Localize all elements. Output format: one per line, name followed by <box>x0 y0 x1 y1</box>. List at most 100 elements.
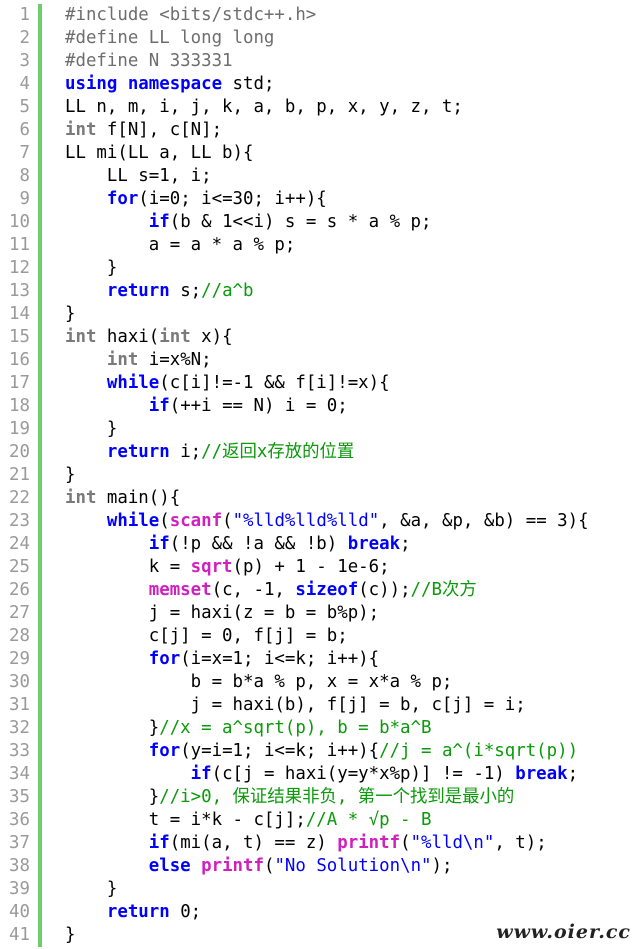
line-number: 3 <box>19 51 30 71</box>
line-number: 1 <box>19 5 30 25</box>
line-text: c[j] = 0, f[j] = b; <box>65 625 348 648</box>
gutter-bar <box>38 579 42 602</box>
line-text: } <box>65 464 75 487</box>
code-token: //i>0, 保证结果非负, 第一个找到是最小的 <box>159 787 515 807</box>
code-token: (b & 1<<i) s = s * a % p; <box>169 212 432 232</box>
line-number: 23 <box>9 511 30 531</box>
code-token: x){ <box>190 327 233 347</box>
code-line: 3 #define N 333331 <box>0 50 641 73</box>
code-token: return <box>106 902 170 922</box>
code-token: ; <box>400 534 411 554</box>
code-editor[interactable]: 1 #include <bits/stdc++.h> 2 #define LL lon… <box>0 4 641 947</box>
line-text: #define N 333331 <box>65 50 233 73</box>
gutter-bar <box>38 464 42 487</box>
code-token: //返回x存放的位置 <box>201 442 355 462</box>
code-token: } <box>65 465 76 485</box>
code-line: 8 LL s=1, i; <box>0 165 641 188</box>
code-line: 7 LL mi(LL a, LL b){ <box>0 142 641 165</box>
code-token: ); <box>431 856 453 876</box>
line-number: 14 <box>9 304 30 324</box>
gutter-bar <box>38 602 42 625</box>
code-token: if <box>190 764 212 784</box>
code-token: j = haxi(b), f[j] = b, c[j] = i; <box>65 695 526 715</box>
line-number: 33 <box>9 741 30 761</box>
code-token: main(){ <box>96 488 181 508</box>
line-number: 29 <box>9 649 30 669</box>
line-text: int f[N], c[N]; <box>65 119 222 142</box>
line-number: 24 <box>9 534 30 554</box>
code-token: 0; <box>169 902 202 922</box>
gutter-bar <box>38 234 42 257</box>
code-token: using namespace <box>65 74 233 94</box>
code-line: 38 else printf("No Solution\n"); <box>0 855 641 878</box>
code-token: ; <box>567 764 579 784</box>
code-token: "%lld\n" <box>410 833 495 853</box>
code-token: ( <box>400 833 411 853</box>
line-text: #define LL long long <box>65 27 274 50</box>
code-line: 5 LL n, m, i, j, k, a, b, p, x, y, z, t; <box>0 96 641 119</box>
code-line: 21} <box>0 464 641 487</box>
line-number: 38 <box>9 856 30 876</box>
code-line: 22 int main(){ <box>0 487 641 510</box>
gutter-bar <box>38 648 42 671</box>
line-number: 26 <box>9 580 30 600</box>
code-line: 30 b = b*a % p, x = x*a % p; <box>0 671 641 694</box>
code-line: 34 if(c[j = haxi(y=y*x%p)] != -1) break; <box>0 763 641 786</box>
code-token: int <box>65 120 97 140</box>
line-text: if(!p && !a && !b) break; <box>65 533 411 556</box>
line-text: if(b & 1<<i) s = s * a % p; <box>65 211 432 234</box>
code-token: } <box>65 258 118 278</box>
code-token: ( <box>159 511 170 531</box>
line-number: 15 <box>9 327 30 347</box>
line-text: LL mi(LL a, LL b){ <box>65 142 253 165</box>
code-token: b = b*a % p, x = x*a % p; <box>65 672 453 692</box>
code-line: 27 j = haxi(z = b = b%p); <box>0 602 641 625</box>
code-token: if <box>148 396 170 416</box>
code-token: if <box>148 833 170 853</box>
line-number: 19 <box>9 419 30 439</box>
code-line: 17 while(c[i]!=-1 && f[i]!=x){ <box>0 372 641 395</box>
code-token: j = haxi(z = b = b%p); <box>65 603 380 623</box>
code-line: 2 #define LL long long <box>0 27 641 50</box>
gutter-bar <box>38 832 42 855</box>
code-token: std; <box>232 74 275 94</box>
line-text: } <box>65 878 117 901</box>
code-line: 32 }//x = a^sqrt(p), b = b*a^B <box>0 717 641 740</box>
line-text: } <box>65 303 75 326</box>
code-token: i; <box>169 442 202 462</box>
code-token: memset <box>148 580 212 600</box>
line-text: for(i=x=1; i<=k; i++){ <box>65 648 379 671</box>
gutter-bar <box>38 303 42 326</box>
line-number: 16 <box>9 350 30 370</box>
code-token: if <box>148 534 170 554</box>
code-line: 4 using namespace std; <box>0 73 641 96</box>
gutter-bar <box>38 740 42 763</box>
code-token: sqrt <box>190 557 233 577</box>
watermark: www.oier.cc <box>496 921 631 943</box>
code-token: printf <box>337 833 401 853</box>
code-token: i=x%N; <box>138 350 212 370</box>
code-line: 13 return s;//a^b <box>0 280 641 303</box>
code-token: LL s=1, i; <box>65 166 212 186</box>
code-token: } <box>65 718 160 738</box>
code-token: #define LL long long <box>65 28 275 48</box>
code-token: return <box>106 281 170 301</box>
code-line: 12 } <box>0 257 641 280</box>
gutter-bar <box>38 763 42 786</box>
code-line: 29 for(i=x=1; i<=k; i++){ <box>0 648 641 671</box>
line-number: 40 <box>9 902 30 922</box>
line-number: 18 <box>9 396 30 416</box>
line-number: 39 <box>9 879 30 899</box>
code-line: 19 } <box>0 418 641 441</box>
code-token: c[j] = 0, f[j] = b; <box>65 626 348 646</box>
line-text: int i=x%N; <box>65 349 212 372</box>
code-token: #define N 333331 <box>65 51 233 71</box>
gutter-bar <box>38 211 42 234</box>
line-number: 28 <box>9 626 30 646</box>
